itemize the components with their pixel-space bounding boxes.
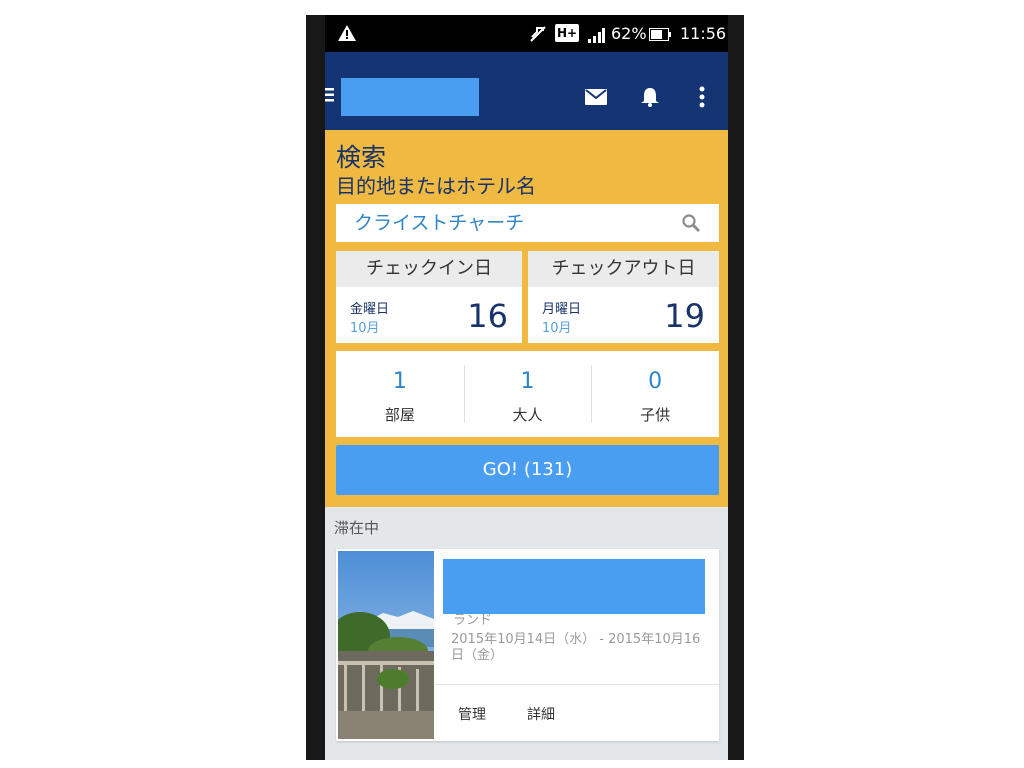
destination-input[interactable]: クライストチャーチ: [336, 204, 719, 242]
card-divider: [434, 684, 719, 685]
warning-icon: [338, 25, 356, 41]
screen: H+ 62% 11:56 検索 目的地またはホテル名 クライストチャーチ チェッ…: [325, 15, 728, 760]
search-title: 検索: [336, 143, 387, 172]
more-icon[interactable]: [699, 86, 705, 108]
adults-selector[interactable]: 1 大人: [463, 351, 592, 437]
checkout-day: 19: [664, 297, 705, 335]
app-bar: [325, 52, 728, 130]
battery-icon: [649, 28, 671, 41]
mail-icon[interactable]: [585, 89, 607, 105]
hotel-photo: [338, 551, 434, 739]
destination-value: クライストチャーチ: [354, 212, 525, 234]
mute-icon: [530, 26, 546, 42]
children-count: 0: [648, 369, 663, 394]
search-icon[interactable]: [681, 213, 701, 233]
battery-percent: 62%: [611, 24, 647, 43]
search-subtitle: 目的地またはホテル名: [336, 174, 536, 198]
checkout-weekday: 月曜日: [542, 302, 582, 317]
search-panel: 検索 目的地またはホテル名 クライストチャーチ チェックイン日 金曜日 10月 …: [325, 130, 728, 507]
signal-icon: [588, 28, 605, 43]
hotel-name-redacted[interactable]: [443, 559, 705, 614]
adults-label: 大人: [512, 406, 543, 424]
status-bar: H+ 62% 11:56: [325, 15, 728, 52]
rooms-count: 1: [392, 369, 407, 394]
stay-card[interactable]: ランド 2015年10月14日（水） - 2015年10月16日（金） 管理 詳…: [336, 549, 719, 741]
checkin-weekday: 金曜日: [350, 302, 390, 317]
checkin-day: 16: [467, 297, 508, 335]
children-selector[interactable]: 0 子供: [591, 351, 719, 437]
stay-dates: 2015年10月14日（水） - 2015年10月16日（金）: [451, 632, 701, 663]
adults-count: 1: [520, 369, 535, 394]
checkout-month: 10月: [542, 321, 572, 336]
clock: 11:56: [680, 24, 727, 43]
checkout-date-card[interactable]: チェックアウト日 月曜日 10月 19: [528, 251, 719, 343]
checkin-label: チェックイン日: [336, 251, 522, 287]
phone-frame: H+ 62% 11:56 検索 目的地またはホテル名 クライストチャーチ チェッ…: [306, 15, 744, 760]
app-logo[interactable]: [341, 78, 479, 116]
children-label: 子供: [640, 406, 671, 424]
checkin-month: 10月: [350, 321, 380, 336]
checkin-date-card[interactable]: チェックイン日 金曜日 10月 16: [336, 251, 522, 343]
checkout-label: チェックアウト日: [528, 251, 719, 287]
hotel-location: ランド: [453, 613, 493, 628]
details-button[interactable]: 詳細: [527, 704, 555, 724]
go-search-button[interactable]: GO! (131): [336, 445, 719, 495]
manage-button[interactable]: 管理: [458, 704, 486, 724]
rooms-label: 部屋: [384, 406, 415, 424]
hplus-icon: H+: [555, 24, 580, 42]
guest-selector: 1 部屋 1 大人 0 子供: [336, 351, 719, 437]
rooms-selector[interactable]: 1 部屋: [336, 351, 464, 437]
bell-icon[interactable]: [639, 87, 661, 107]
menu-icon[interactable]: [325, 87, 335, 103]
current-stays-heading: 滞在中: [334, 519, 380, 537]
